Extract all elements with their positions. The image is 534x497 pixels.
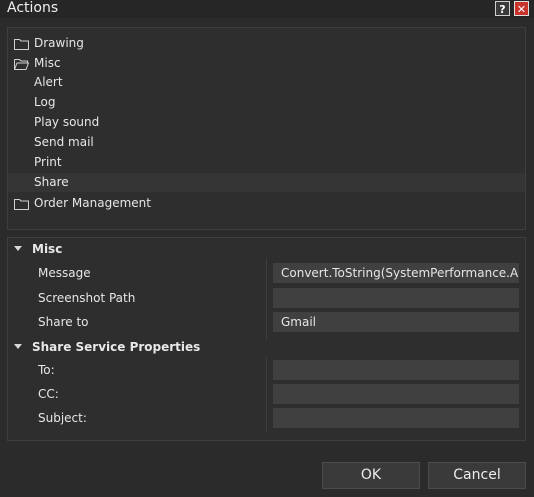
- tree-folder-order-management[interactable]: Order Management: [8, 194, 525, 213]
- column-divider: [266, 258, 267, 340]
- property-label-message: Message: [38, 266, 91, 280]
- tree-item-share[interactable]: Share: [8, 173, 525, 192]
- help-button[interactable]: ?: [495, 1, 510, 16]
- tree-folder-drawing[interactable]: Drawing: [8, 34, 525, 53]
- window-title: Actions: [7, 0, 59, 16]
- to-field[interactable]: [273, 360, 519, 380]
- screenshot-path-field[interactable]: [273, 288, 519, 308]
- actions-tree: Drawing Misc Alert Log Play sound Send m…: [7, 27, 526, 230]
- category-misc[interactable]: Misc: [8, 239, 525, 259]
- cc-field[interactable]: [273, 384, 519, 404]
- tree-item-log[interactable]: Log: [8, 93, 525, 112]
- category-label: Misc: [32, 242, 63, 256]
- column-divider: [266, 358, 267, 433]
- property-label-subject: Subject:: [38, 411, 87, 425]
- folder-icon: [14, 199, 29, 210]
- tree-item-label: Share: [34, 175, 69, 189]
- share-to-field[interactable]: Gmail: [273, 312, 519, 332]
- tree-folder-misc[interactable]: Misc: [8, 54, 525, 73]
- tree-item-label: Print: [34, 155, 62, 169]
- folder-icon: [14, 39, 29, 50]
- property-label-share-to: Share to: [38, 315, 89, 329]
- tree-item-alert[interactable]: Alert: [8, 73, 525, 92]
- collapse-arrow-icon[interactable]: [14, 246, 22, 251]
- tree-item-label: Order Management: [34, 196, 151, 210]
- collapse-arrow-icon[interactable]: [14, 344, 22, 349]
- property-grid: Misc Message Convert.ToString(SystemPerf…: [7, 237, 526, 441]
- close-button[interactable]: ✕: [514, 1, 529, 16]
- tree-item-label: Play sound: [34, 115, 100, 129]
- tree-item-play-sound[interactable]: Play sound: [8, 113, 525, 132]
- category-label: Share Service Properties: [32, 340, 201, 354]
- folder-open-icon: [14, 59, 29, 70]
- tree-item-label: Send mail: [34, 135, 94, 149]
- category-share-service-properties[interactable]: Share Service Properties: [8, 337, 525, 357]
- tree-item-send-mail[interactable]: Send mail: [8, 133, 525, 152]
- subject-field[interactable]: [273, 408, 519, 428]
- cancel-button[interactable]: Cancel: [428, 462, 526, 489]
- property-label-cc: CC:: [38, 387, 59, 401]
- ok-button[interactable]: OK: [322, 462, 420, 489]
- title-bar: Actions ? ✕: [0, 0, 534, 18]
- property-label-to: To:: [38, 363, 55, 377]
- tree-item-label: Misc: [34, 56, 61, 70]
- tree-item-print[interactable]: Print: [8, 153, 525, 172]
- tree-item-label: Log: [34, 95, 56, 109]
- tree-item-label: Drawing: [34, 36, 84, 50]
- tree-item-label: Alert: [34, 75, 63, 89]
- message-field[interactable]: Convert.ToString(SystemPerformance.A...: [273, 263, 519, 283]
- property-label-screenshot-path: Screenshot Path: [38, 291, 136, 305]
